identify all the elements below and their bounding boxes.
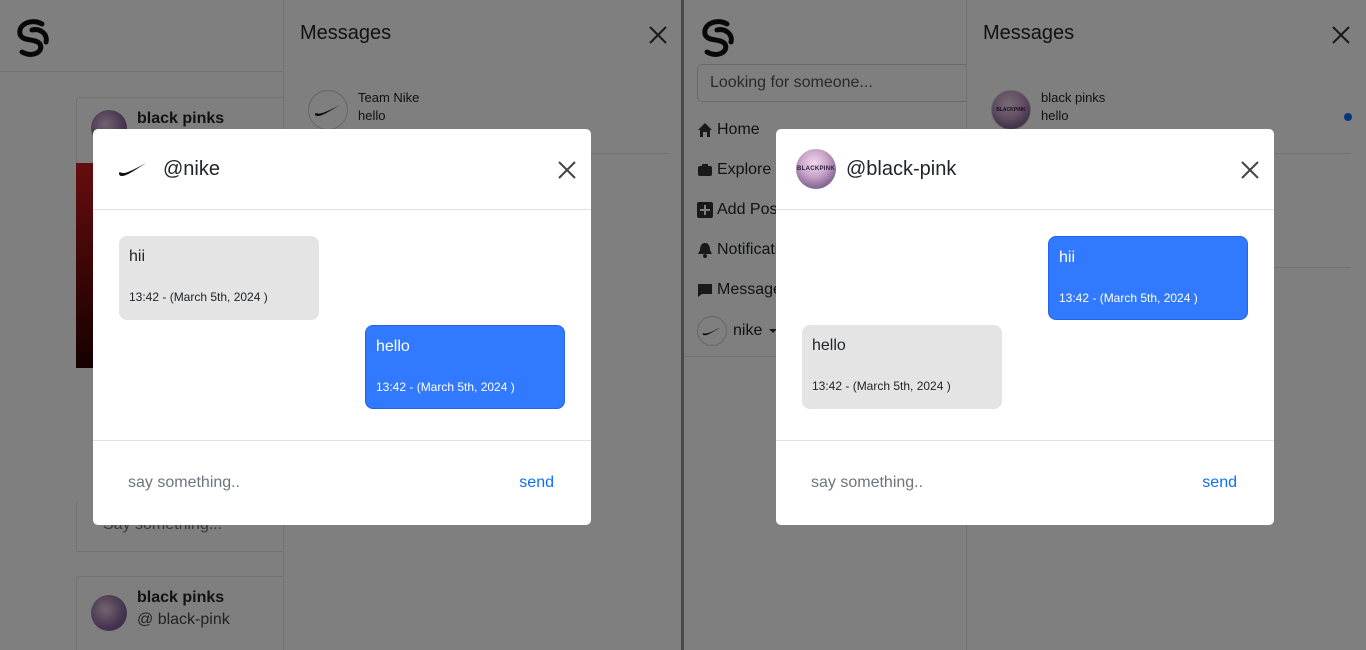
chat-modal: BLACKPINK @black-pink hii 13:42 - (March… <box>776 129 1274 525</box>
avatar <box>113 149 153 189</box>
nike-swoosh-icon <box>118 163 146 176</box>
message-time: 13:42 - (March 5th, 2024 ) <box>812 379 951 393</box>
message-time: 13:42 - (March 5th, 2024 ) <box>129 290 268 304</box>
chat-user-handle: @black-pink <box>846 157 957 180</box>
chat-modal-footer: say something.. send <box>93 440 591 525</box>
chat-modal-footer: say something.. send <box>776 440 1274 525</box>
close-icon[interactable] <box>557 160 577 180</box>
send-button[interactable]: send <box>1202 474 1237 492</box>
message-bubble-received: hii 13:42 - (March 5th, 2024 ) <box>119 236 319 320</box>
message-input[interactable]: say something.. <box>811 474 923 492</box>
send-button[interactable]: send <box>519 474 554 492</box>
message-text: hii <box>1059 249 1076 266</box>
left-window: black pinks Say something... black pinks… <box>0 0 683 650</box>
chat-messages: hii 13:42 - (March 5th, 2024 ) hello 13:… <box>776 210 1274 440</box>
avatar-text: BLACKPINK <box>796 166 836 172</box>
message-text: hello <box>376 338 410 355</box>
avatar: BLACKPINK <box>796 149 836 189</box>
chat-modal-header: @nike <box>93 129 591 210</box>
message-bubble-sent: hii 13:42 - (March 5th, 2024 ) <box>1048 236 1248 320</box>
close-icon[interactable] <box>1240 160 1260 180</box>
chat-user-handle: @nike <box>163 157 220 180</box>
message-text: hii <box>129 248 146 265</box>
chat-modal: @nike hii 13:42 - (March 5th, 2024 ) hel… <box>93 129 591 525</box>
window-divider <box>681 0 684 650</box>
message-time: 13:42 - (March 5th, 2024 ) <box>1059 291 1198 305</box>
message-time: 13:42 - (March 5th, 2024 ) <box>376 380 515 394</box>
message-text: hello <box>812 337 846 354</box>
right-window: Looking for someone... Home Explore Add … <box>683 0 1366 650</box>
message-bubble-received: hello 13:42 - (March 5th, 2024 ) <box>802 325 1002 409</box>
chat-modal-header: BLACKPINK @black-pink <box>776 129 1274 210</box>
message-input[interactable]: say something.. <box>128 474 240 492</box>
message-bubble-sent: hello 13:42 - (March 5th, 2024 ) <box>365 325 565 409</box>
chat-messages: hii 13:42 - (March 5th, 2024 ) hello 13:… <box>93 210 591 440</box>
